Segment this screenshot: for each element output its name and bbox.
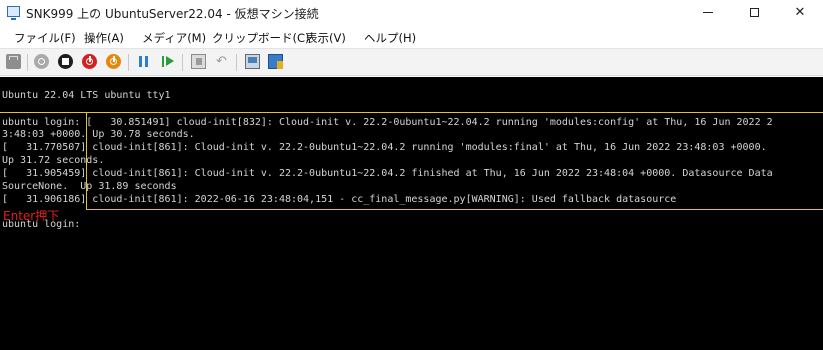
menu-action[interactable]: 操作(A) [84, 30, 124, 46]
highlight-line [0, 112, 86, 113]
reset-icon[interactable] [160, 54, 175, 69]
highlight-box [86, 112, 823, 210]
shutdown-icon[interactable] [82, 54, 97, 69]
title-bar: SNK999 上の UbuntuServer22.04 - 仮想マシン接続 ✕ [0, 0, 823, 26]
enhanced-session-icon[interactable] [245, 54, 260, 69]
save-state-icon[interactable] [106, 54, 121, 69]
vm-connect-icon [7, 6, 20, 20]
toolbar-separator [27, 54, 28, 71]
pause-icon[interactable] [136, 54, 151, 69]
menu-media[interactable]: メディア(M) [142, 30, 206, 46]
close-icon: ✕ [794, 5, 806, 20]
revert-icon[interactable]: ↶ [214, 54, 229, 69]
share-icon[interactable] [268, 54, 283, 69]
toolbar-separator [236, 54, 237, 71]
close-button[interactable]: ✕ [777, 0, 823, 26]
toolbar: ↶ [0, 48, 823, 76]
checkpoint-icon[interactable] [191, 54, 206, 69]
menu-help[interactable]: ヘルプ(H) [364, 30, 416, 46]
menu-clipboard[interactable]: クリップボード(C) [212, 30, 310, 46]
window-title: SNK999 上の UbuntuServer22.04 - 仮想マシン接続 [26, 7, 319, 21]
minimize-icon [703, 12, 713, 13]
minimize-button[interactable] [685, 0, 731, 26]
maximize-button[interactable] [731, 0, 777, 26]
turn-off-icon[interactable] [58, 54, 73, 69]
menu-bar: ファイル(F) 操作(A) メディア(M) クリップボード(C) 表示(V) ヘ… [0, 26, 823, 48]
menu-view[interactable]: 表示(V) [306, 30, 346, 46]
toolbar-separator [128, 54, 129, 71]
start-icon[interactable] [34, 54, 49, 69]
vm-console[interactable]: Ubuntu 22.04 LTS ubuntu tty1 ubuntu logi… [0, 77, 823, 350]
maximize-icon [749, 8, 759, 17]
ctrl-alt-del-icon[interactable] [6, 54, 21, 69]
console-line: Ubuntu 22.04 LTS ubuntu tty1 [2, 90, 171, 101]
toolbar-separator [182, 54, 183, 71]
menu-file[interactable]: ファイル(F) [14, 30, 76, 46]
enter-annotation: Enter押下 [3, 209, 60, 223]
